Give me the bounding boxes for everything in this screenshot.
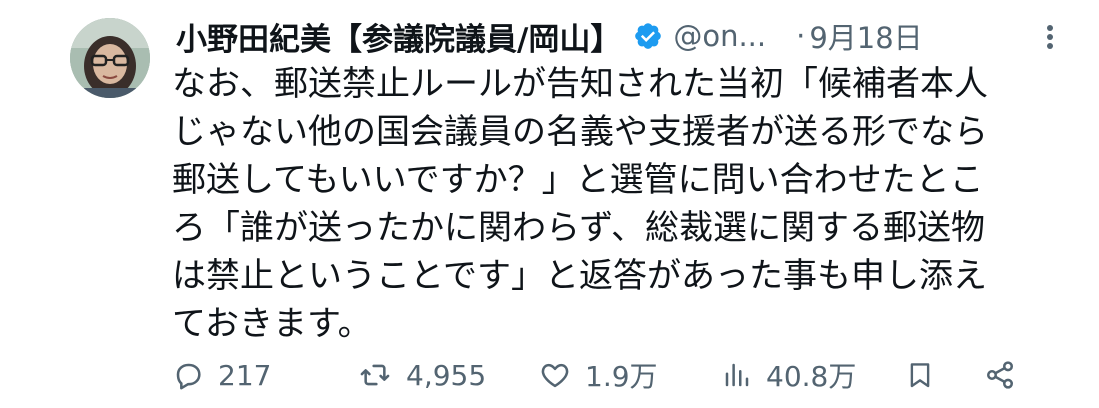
tweet-text-line: は禁止ということです」と返答があった事も申し添え xyxy=(172,256,987,296)
author-display-name[interactable]: 小野田紀美【参議院議員/岡山】 xyxy=(176,14,621,59)
bookmark-icon xyxy=(910,363,930,388)
retweet-button[interactable]: 4,955 xyxy=(358,352,486,398)
verified-badge-icon xyxy=(635,23,662,49)
author-handle[interactable]: @on... xyxy=(673,19,766,53)
tweet-header: 小野田紀美【参議院議員/岡山】 @on... · 9月18日 xyxy=(176,10,1079,62)
tweet: 小野田紀美【参議院議員/岡山】 @on... · 9月18日 なお、郵送禁止ルー… xyxy=(0,0,1099,408)
reply-button[interactable]: 217 xyxy=(172,352,271,398)
tweet-text-line: ろ「誰が送ったかに関わらず、総裁選に関する郵送物 xyxy=(172,208,985,248)
heart-icon xyxy=(541,363,569,388)
views-button[interactable]: 40.8万 xyxy=(722,352,856,398)
share-button[interactable] xyxy=(984,352,1016,398)
retweet-count: 4,955 xyxy=(406,358,487,392)
tweet-text-line: 郵送してもいいですか？」と選管に問い合わせたとこ xyxy=(172,160,984,200)
action-bar: 217 4,955 1.9万 40.8万 xyxy=(172,352,1052,398)
tweet-text-line: ておきます。 xyxy=(172,304,372,344)
tweet-date[interactable]: 9月18日 xyxy=(809,15,922,57)
reply-count: 217 xyxy=(218,358,272,392)
avatar-photo xyxy=(70,18,150,98)
bookmark-button[interactable] xyxy=(905,352,935,398)
views-count: 40.8万 xyxy=(766,360,857,393)
like-count: 1.9万 xyxy=(585,360,658,393)
avatar[interactable] xyxy=(70,18,150,98)
views-bar-chart-icon xyxy=(725,363,749,387)
more-options-icon[interactable] xyxy=(1043,24,1057,50)
tweet-text-line: なお、郵送禁止ルールが告知された当初「候補者本人 xyxy=(172,64,988,104)
share-icon xyxy=(987,361,1013,389)
reply-icon xyxy=(176,363,201,390)
header-separator: · xyxy=(796,19,806,53)
tweet-text-line: じゃない他の国会議員の名義や支援者が送る形でなら xyxy=(172,112,988,152)
like-button[interactable]: 1.9万 xyxy=(539,352,658,398)
retweet-icon xyxy=(360,364,390,386)
tweet-text: なお、郵送禁止ルールが告知された当初「候補者本人 じゃない他の国会議員の名義や支… xyxy=(172,60,1052,348)
